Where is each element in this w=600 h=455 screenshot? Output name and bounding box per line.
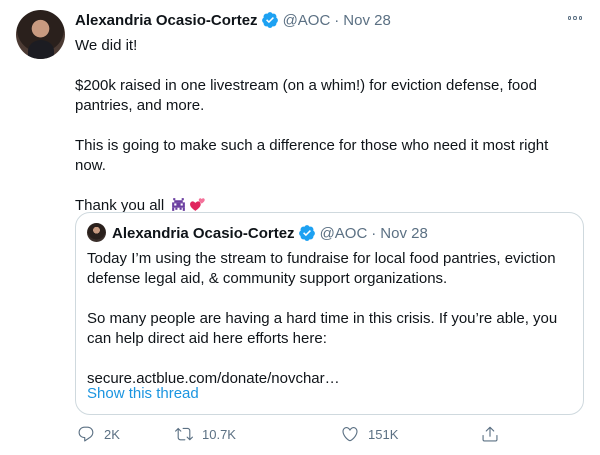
tweet-date[interactable]: Nov 28 [343, 12, 391, 29]
verified-badge-icon [261, 12, 278, 28]
like-count: 151K [368, 426, 399, 442]
quoted-tweet-header: Alexandria Ocasio-Cortez @AOC · Nov 28 [112, 223, 428, 243]
quoted-author-handle: @AOC [319, 224, 368, 242]
retweet-count: 10.7K [202, 426, 236, 442]
tweet-actions-bar: 2K 10.7K 151K [75, 425, 498, 447]
author-name[interactable]: Alexandria Ocasio-Cortez [75, 12, 258, 29]
more-options-icon[interactable] [566, 12, 584, 24]
quoted-author-avatar [87, 223, 106, 242]
tweet-paragraph: $200k raised in one livestream (on a whi… [75, 77, 537, 114]
share-button[interactable] [481, 425, 508, 443]
author-avatar[interactable] [16, 10, 65, 59]
separator-dot: · [334, 11, 340, 29]
author-handle[interactable]: @AOC [283, 12, 331, 29]
tweet-card[interactable]: Alexandria Ocasio-Cortez @AOC · Nov 28 W… [0, 0, 600, 455]
reply-count: 2K [104, 426, 120, 442]
alien-monster-emoji-icon [172, 198, 186, 211]
like-button[interactable]: 151K [341, 425, 398, 443]
share-icon [482, 426, 498, 442]
tweet-header: Alexandria Ocasio-Cortez @AOC · Nov 28 [75, 10, 391, 30]
tweet-paragraph: This is going to make such a difference … [75, 137, 549, 174]
retweet-button[interactable]: 10.7K [175, 425, 236, 443]
quoted-tweet-text: Today I’m using the stream to fundraise … [87, 249, 577, 389]
heart-icon [342, 427, 358, 442]
verified-badge-icon [298, 225, 315, 241]
show-thread-link[interactable]: Show this thread [87, 385, 199, 402]
retweet-icon [175, 427, 193, 441]
quoted-tweet-date: Nov 28 [380, 224, 428, 242]
reply-icon [78, 426, 94, 442]
quoted-tweet[interactable]: Alexandria Ocasio-Cortez @AOC · Nov 28 T… [75, 212, 584, 415]
two-hearts-emoji-icon [190, 198, 206, 211]
tweet-paragraph: We did it! [75, 37, 138, 54]
tweet-text: We did it! $200k raised in one livestrea… [75, 36, 575, 216]
reply-button[interactable]: 2K [77, 425, 120, 443]
separator-dot: · [371, 224, 377, 242]
quoted-paragraph: So many people are having a hard time in… [87, 310, 558, 347]
quoted-author-name: Alexandria Ocasio-Cortez [112, 224, 295, 242]
quoted-paragraph: Today I’m using the stream to fundraise … [87, 250, 556, 287]
